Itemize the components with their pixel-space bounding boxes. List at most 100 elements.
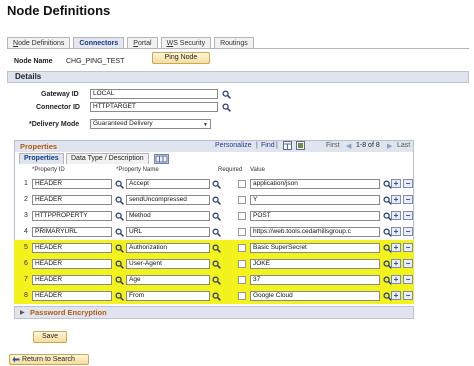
gateway-id-input[interactable]: LOCAL [90, 89, 218, 99]
delete-row-icon[interactable]: − [403, 275, 413, 284]
property-value-input[interactable]: Basic SuperSecret [250, 243, 380, 253]
required-checkbox[interactable] [238, 212, 246, 220]
add-row-icon[interactable]: + [391, 259, 401, 268]
return-to-search-button[interactable]: Return to Search [9, 354, 89, 365]
required-checkbox[interactable] [238, 292, 246, 300]
property-id-lookup-icon[interactable] [115, 228, 124, 237]
connector-id-input[interactable]: HTTPTARGET [90, 102, 218, 112]
property-id-lookup-icon[interactable] [115, 276, 124, 285]
property-name-input[interactable]: sendUncompressed [126, 195, 210, 205]
property-value-input[interactable]: Y [250, 195, 380, 205]
property-name-lookup-icon[interactable] [212, 276, 221, 285]
property-value-input[interactable]: POST [250, 211, 380, 221]
gateway-lookup-icon[interactable] [222, 90, 231, 99]
property-id-lookup-icon[interactable] [115, 180, 124, 189]
property-name-lookup-icon[interactable] [212, 196, 221, 205]
add-row-icon[interactable]: + [391, 195, 401, 204]
property-id-lookup-icon[interactable] [115, 212, 124, 221]
delivery-mode-select[interactable]: Guaranteed Delivery ▼ [90, 119, 211, 129]
property-name-input[interactable]: URL [126, 227, 210, 237]
property-id-input[interactable]: HTTPPROPERTY [32, 211, 112, 221]
connector-id-label: Connector ID [36, 104, 80, 111]
property-name-input[interactable]: Method [126, 211, 210, 221]
col-header-value[interactable]: Value [250, 167, 265, 173]
table-row: 5 HEADER Authorization Basic SuperSecret… [14, 240, 414, 256]
last-link[interactable]: Last [397, 142, 410, 149]
delete-row-icon[interactable]: − [403, 291, 413, 300]
subtab-properties[interactable]: Properties [19, 153, 64, 164]
previous-icon[interactable]: ◀ [346, 142, 351, 150]
node-name-label: Node Name [14, 58, 53, 65]
property-id-input[interactable]: HEADER [32, 291, 112, 301]
add-row-icon[interactable]: + [391, 275, 401, 284]
add-row-icon[interactable]: + [391, 243, 401, 252]
row-number: 7 [24, 276, 28, 283]
find-link[interactable]: Find [261, 142, 275, 149]
property-id-input[interactable]: HEADER [32, 243, 112, 253]
col-header-property-id[interactable]: *Property ID [32, 167, 65, 173]
property-value-input[interactable]: JOKE [250, 259, 380, 269]
view-all-icon[interactable] [283, 141, 292, 150]
delete-row-icon[interactable]: − [403, 211, 413, 220]
property-name-lookup-icon[interactable] [212, 180, 221, 189]
property-name-input[interactable]: Age [126, 275, 210, 285]
next-icon[interactable]: ▶ [387, 142, 392, 150]
return-to-search-label: Return to Search [22, 356, 75, 363]
save-button[interactable]: Save [33, 331, 67, 343]
property-id-input[interactable]: HEADER [32, 195, 112, 205]
expand-icon: ▶ [20, 310, 25, 316]
property-name-lookup-icon[interactable] [212, 244, 221, 253]
property-id-input[interactable]: HEADER [32, 259, 112, 269]
delete-row-icon[interactable]: − [403, 179, 413, 188]
add-row-icon[interactable]: + [391, 227, 401, 236]
required-checkbox[interactable] [238, 260, 246, 268]
property-name-lookup-icon[interactable] [212, 260, 221, 269]
add-row-icon[interactable]: + [391, 179, 401, 188]
properties-title: Properties [20, 142, 58, 151]
row-number: 4 [24, 228, 28, 235]
property-id-input[interactable]: PRIMARYURL [32, 227, 112, 237]
delete-row-icon[interactable]: − [403, 227, 413, 236]
property-value-input[interactable]: Google Cloud [250, 291, 380, 301]
property-name-lookup-icon[interactable] [212, 292, 221, 301]
delete-row-icon[interactable]: − [403, 259, 413, 268]
col-header-property-name[interactable]: *Property Name [116, 167, 159, 173]
add-row-icon[interactable]: + [391, 211, 401, 220]
required-checkbox[interactable] [238, 276, 246, 284]
required-checkbox[interactable] [238, 180, 246, 188]
subtab-data-type[interactable]: Data Type / Description [66, 153, 149, 164]
password-encryption-section[interactable]: ▶ Password Encryption [14, 306, 414, 319]
property-name-input[interactable]: From [126, 291, 210, 301]
property-id-lookup-icon[interactable] [115, 196, 124, 205]
property-name-input[interactable]: User-Agent [126, 259, 210, 269]
delivery-mode-label: *Delivery Mode [29, 121, 80, 128]
property-name-input[interactable]: Authorization [126, 243, 210, 253]
property-id-input[interactable]: HEADER [32, 275, 112, 285]
property-name-input[interactable]: Accept [126, 179, 210, 189]
required-checkbox[interactable] [238, 244, 246, 252]
first-link[interactable]: First [326, 142, 340, 149]
property-value-input[interactable]: https://web.tools.cedarhillsgroup.c [250, 227, 380, 237]
property-name-lookup-icon[interactable] [212, 228, 221, 237]
property-value-input[interactable]: application/json [250, 179, 380, 189]
show-all-columns-icon[interactable] [154, 154, 169, 164]
connector-lookup-icon[interactable] [222, 103, 231, 112]
property-id-lookup-icon[interactable] [115, 292, 124, 301]
property-value-input[interactable]: 37 [250, 275, 380, 285]
add-row-icon[interactable]: + [391, 291, 401, 300]
table-row: 7 HEADER Age 37 + − [14, 272, 414, 288]
delete-row-icon[interactable]: − [403, 243, 413, 252]
property-id-input[interactable]: HEADER [32, 179, 112, 189]
download-icon[interactable] [296, 141, 305, 150]
table-row: 3 HTTPPROPERTY Method POST + − [14, 208, 414, 224]
col-header-required[interactable]: Required [218, 167, 242, 173]
ping-node-button[interactable]: Ping Node [152, 52, 210, 64]
required-checkbox[interactable] [238, 196, 246, 204]
property-id-lookup-icon[interactable] [115, 260, 124, 269]
table-row: 2 HEADER sendUncompressed Y + − [14, 192, 414, 208]
required-checkbox[interactable] [238, 228, 246, 236]
personalize-link[interactable]: Personalize [215, 142, 252, 149]
property-id-lookup-icon[interactable] [115, 244, 124, 253]
delete-row-icon[interactable]: − [403, 195, 413, 204]
property-name-lookup-icon[interactable] [212, 212, 221, 221]
